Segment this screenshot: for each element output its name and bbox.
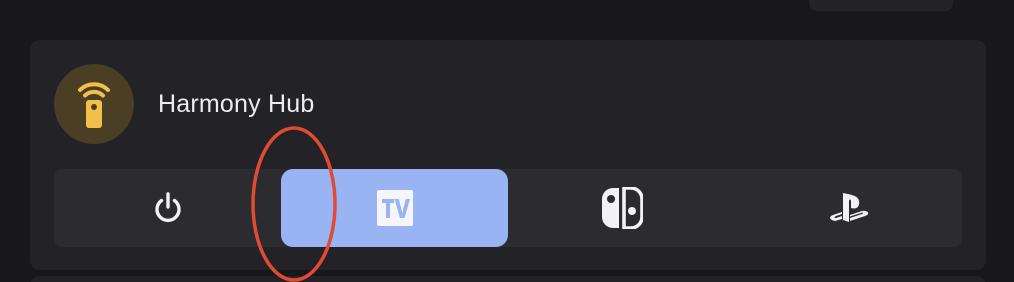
remote-wifi-icon [78, 82, 110, 128]
next-card-edge [30, 276, 986, 282]
nintendo-switch-icon [601, 187, 643, 229]
playstation-icon [829, 193, 868, 222]
activity-power-button[interactable] [54, 169, 281, 247]
activity-playstation-button[interactable] [735, 169, 962, 247]
page: Harmony Hub [0, 0, 1014, 282]
device-avatar[interactable] [54, 64, 134, 144]
tv-icon [376, 190, 413, 226]
activity-nintendo-switch-button[interactable] [508, 169, 735, 247]
previous-card-edge [809, 0, 953, 11]
power-icon [154, 192, 181, 223]
activity-tv-button[interactable] [281, 169, 508, 247]
harmony-hub-card: Harmony Hub [30, 40, 986, 270]
activity-selector [54, 169, 962, 247]
device-title: Harmony Hub [158, 90, 315, 118]
